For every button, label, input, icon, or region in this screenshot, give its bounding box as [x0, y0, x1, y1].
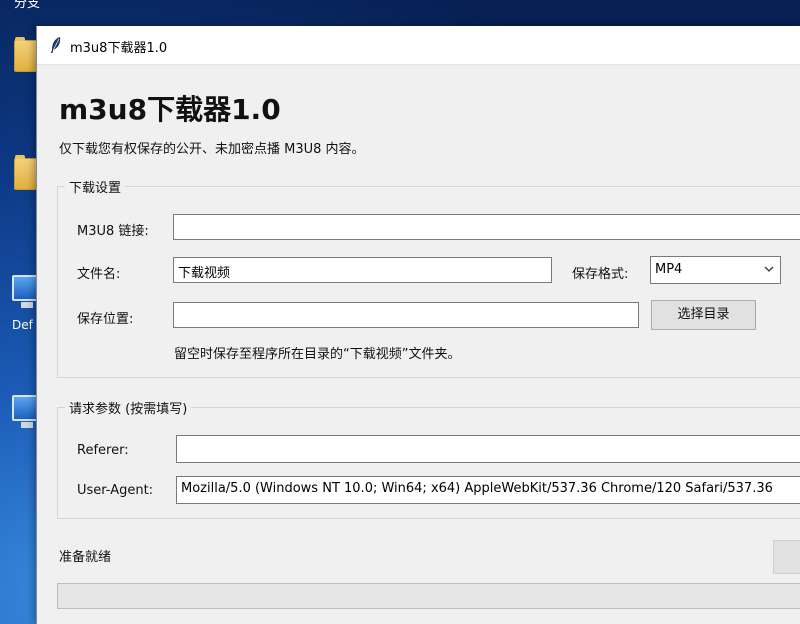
feather-icon [51, 37, 61, 53]
user-agent-label: User-Agent: [77, 483, 154, 498]
request-params-legend: 请求参数 (按需填写) [65, 398, 192, 417]
status-text: 准备就绪 [59, 550, 112, 565]
monitor-stand [21, 302, 33, 308]
download-settings-group: 下载设置 M3U8 链接: 文件名: 下载视频 保存格式: MP4 保存位置: … [57, 177, 800, 378]
app-subtitle: 仅下载您有权保存的公开、未加密点播 M3U8 内容。 [59, 142, 365, 157]
save-location-input[interactable] [173, 302, 639, 328]
referer-input[interactable] [176, 435, 800, 463]
start-download-button[interactable] [773, 540, 800, 574]
download-settings-legend: 下载设置 [65, 177, 126, 196]
save-location-hint: 留空时保存至程序所在目录的“下载视频”文件夹。 [174, 347, 461, 362]
filename-input[interactable]: 下载视频 [173, 257, 552, 283]
app-window: m3u8下载器1.0 m3u8下载器1.0 仅下载您有权保存的公开、未加密点播 … [36, 26, 800, 624]
app-heading: m3u8下载器1.0 [59, 93, 281, 126]
format-selected-value: MP4 [655, 262, 683, 277]
desktop-label: 分支 [14, 0, 41, 11]
filename-label: 文件名: [77, 267, 121, 282]
window-title: m3u8下载器1.0 [70, 41, 168, 56]
format-select[interactable]: MP4 [650, 256, 781, 284]
m3u8-link-label: M3U8 链接: [77, 224, 149, 239]
title-bar[interactable]: m3u8下载器1.0 [37, 26, 800, 65]
chevron-down-icon [764, 266, 774, 272]
referer-label: Referer: [77, 443, 129, 458]
user-agent-input[interactable]: Mozilla/5.0 (Windows NT 10.0; Win64; x64… [176, 476, 800, 504]
request-params-group: 请求参数 (按需填写) Referer: User-Agent: Mozilla… [57, 398, 800, 519]
m3u8-link-input[interactable] [173, 214, 800, 240]
save-location-label: 保存位置: [77, 312, 134, 327]
choose-directory-button[interactable]: 选择目录 [651, 300, 756, 330]
format-label: 保存格式: [572, 267, 629, 282]
progress-bar [57, 583, 800, 609]
monitor-stand [21, 422, 33, 428]
